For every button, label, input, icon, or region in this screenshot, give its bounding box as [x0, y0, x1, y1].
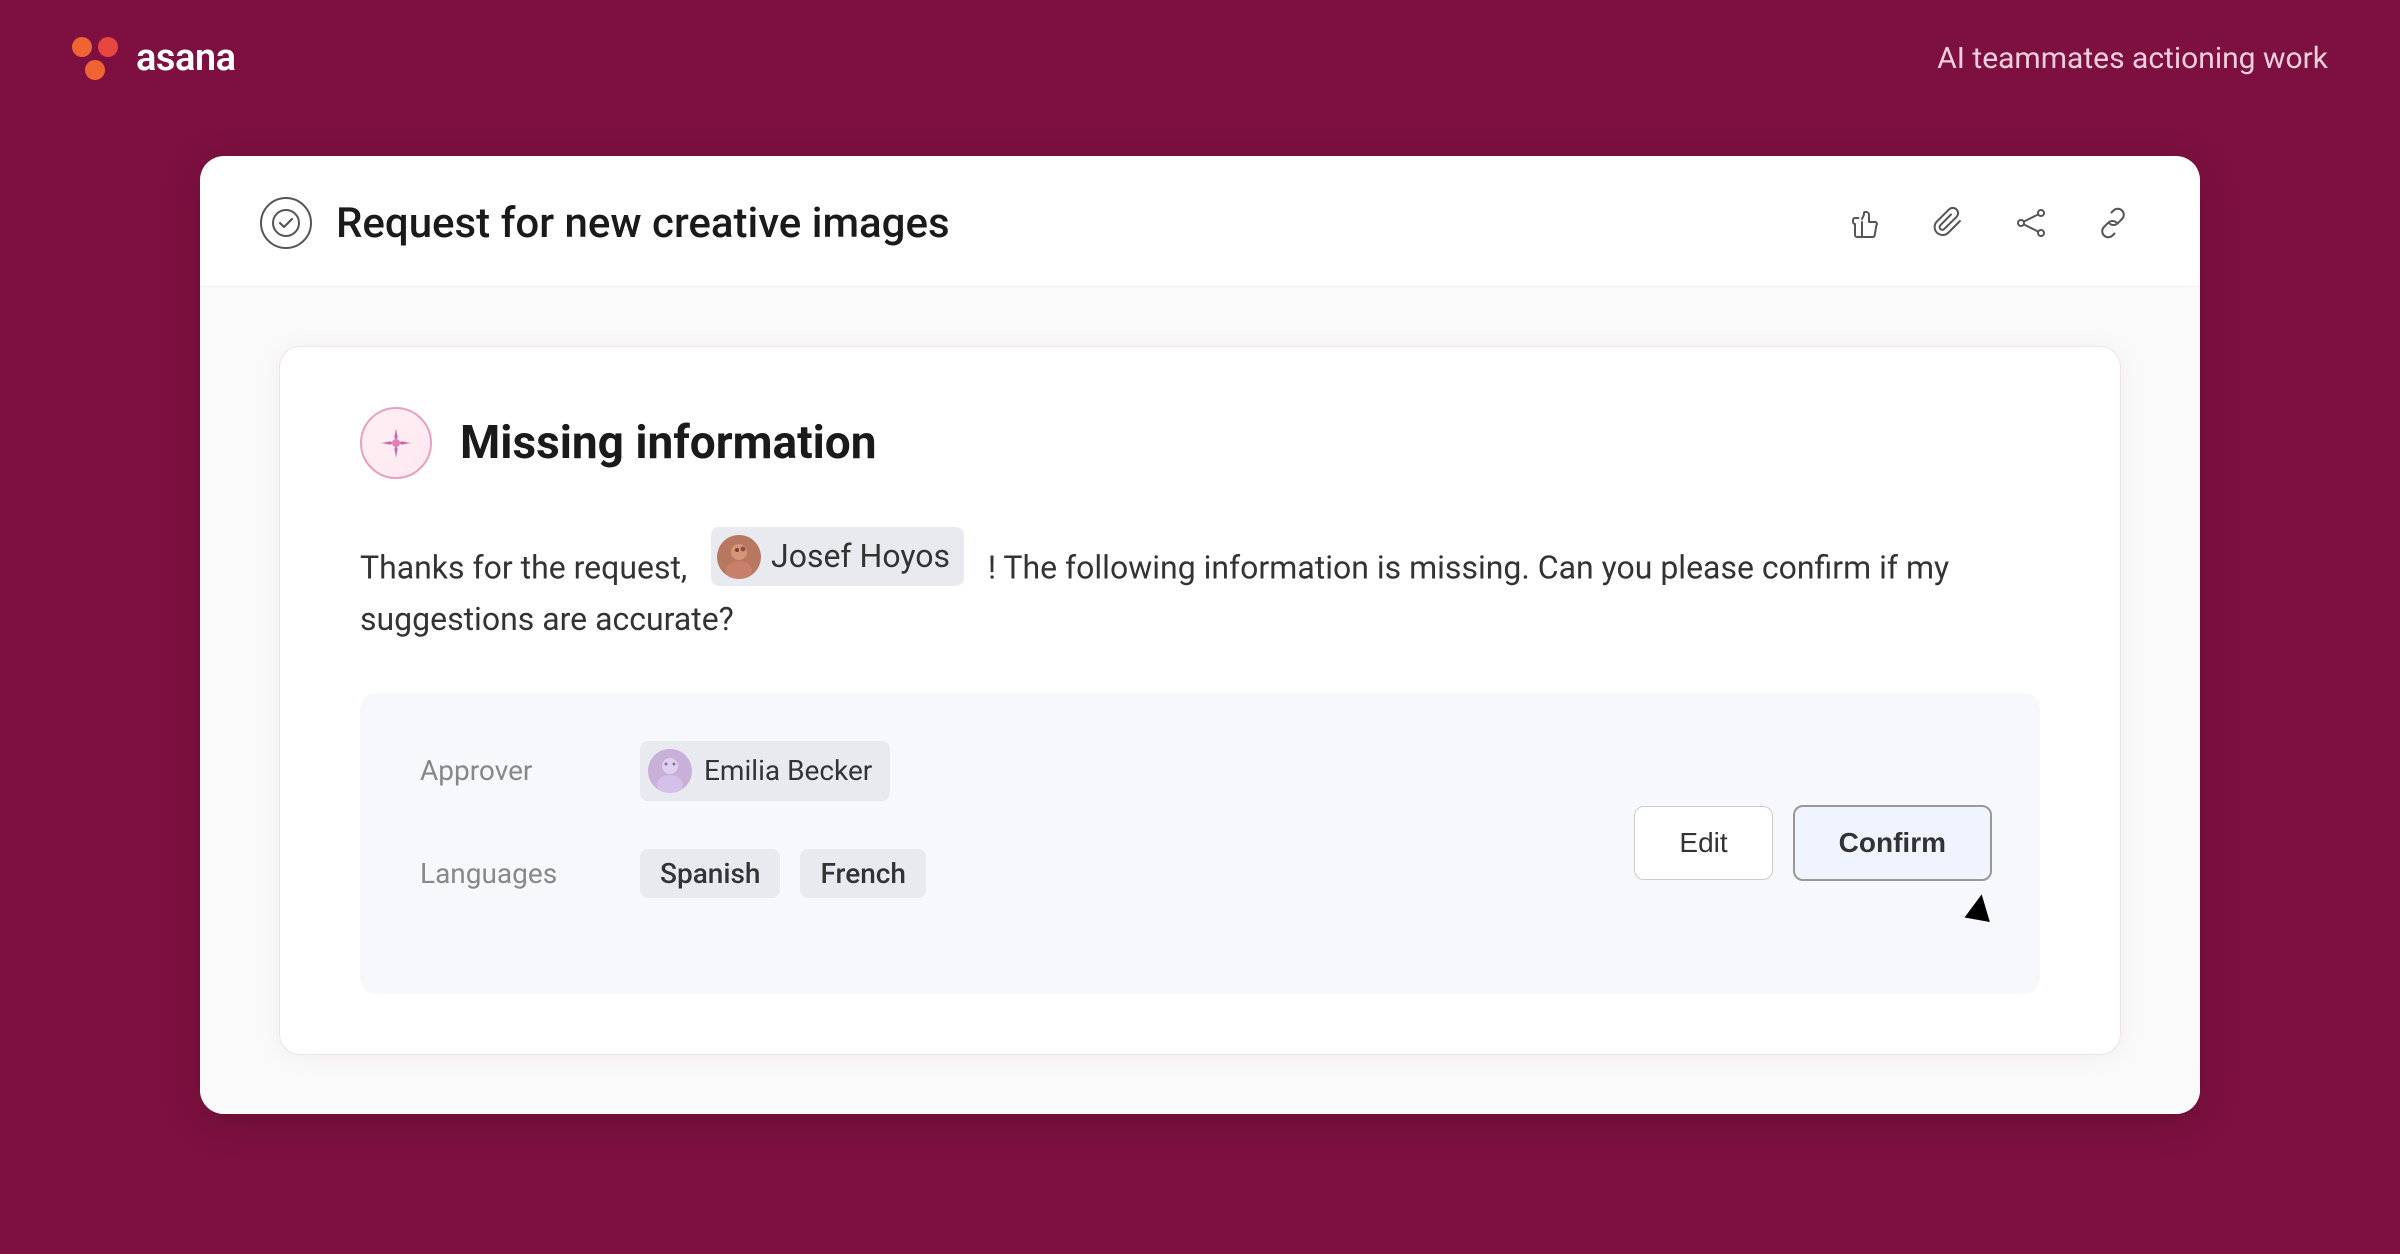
approver-row: Approver: [420, 741, 1980, 801]
user-avatar: [717, 535, 761, 579]
approver-avatar: [648, 749, 692, 793]
message-text: Thanks for the request,: [360, 527, 2040, 645]
language-tag-french: French: [800, 849, 925, 898]
task-title-area: Request for new creative images: [260, 197, 950, 249]
paperclip-icon[interactable]: [1922, 196, 1976, 250]
missing-info-title: Missing information: [460, 416, 877, 470]
missing-info-header: Missing information: [360, 407, 2040, 479]
user-name: Josef Hoyos: [771, 531, 950, 582]
logo: asana: [72, 36, 236, 80]
approver-avatar-inner: [648, 749, 692, 793]
approver-value: Emilia Becker: [640, 741, 1980, 801]
logo-dot-left: [72, 37, 92, 57]
info-table-card: Approver: [360, 693, 2040, 994]
thumbs-up-icon[interactable]: [1840, 196, 1894, 250]
outer-card: Request for new creative images: [200, 156, 2200, 1114]
ai-icon: [360, 407, 432, 479]
edit-button[interactable]: Edit: [1634, 806, 1772, 880]
tagline: AI teammates actioning work: [1937, 41, 2328, 76]
task-title: Request for new creative images: [336, 199, 950, 248]
logo-dot-right: [98, 37, 118, 57]
task-complete-icon[interactable]: [260, 197, 312, 249]
action-buttons: Edit Confirm ▲: [1634, 805, 1992, 881]
logo-text: asana: [136, 36, 236, 80]
user-mention: Josef Hoyos: [711, 527, 964, 586]
language-tag-spanish: Spanish: [640, 849, 780, 898]
languages-label: Languages: [420, 857, 640, 890]
message-prefix: Thanks for the request,: [360, 549, 687, 587]
approver-name: Emilia Becker: [704, 754, 872, 787]
task-header: Request for new creative images: [200, 156, 2200, 287]
logo-dots-icon: [72, 37, 118, 80]
top-bar: asana AI teammates actioning work: [0, 0, 2400, 116]
logo-dot-center: [85, 60, 105, 80]
approver-label: Approver: [420, 754, 640, 787]
main-container: Request for new creative images: [0, 116, 2400, 1254]
share-icon[interactable]: [2004, 196, 2058, 250]
user-avatar-img: [717, 535, 761, 579]
approver-chip: Emilia Becker: [640, 741, 890, 801]
inner-card: Missing information Thanks for the reque…: [280, 347, 2120, 1054]
card-body: Missing information Thanks for the reque…: [200, 287, 2200, 1114]
task-actions: [1840, 196, 2140, 250]
confirm-button[interactable]: Confirm: [1793, 805, 1992, 881]
link-icon[interactable]: [2086, 196, 2140, 250]
